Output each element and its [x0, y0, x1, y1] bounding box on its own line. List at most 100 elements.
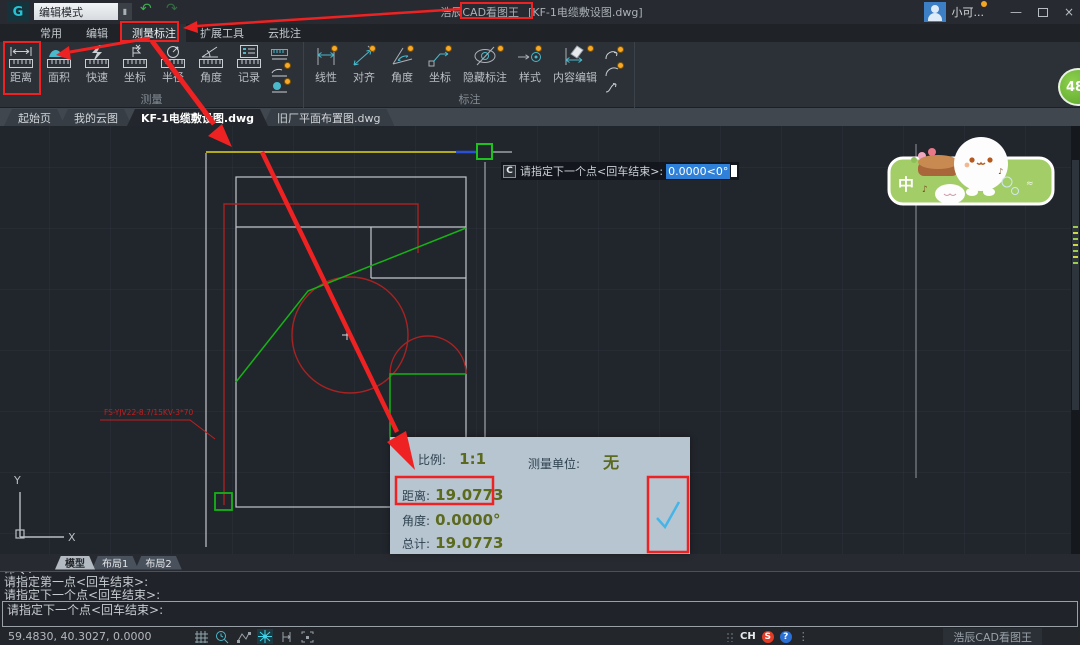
vip-dot [617, 62, 624, 69]
dim-angle-button[interactable]: 角度 [383, 44, 421, 92]
minimize-button[interactable]: — [1010, 5, 1022, 19]
measure-coordinate-button[interactable]: 坐标 [116, 44, 154, 92]
angle-icon [196, 44, 226, 70]
doc-tab-kf1-cable[interactable]: KF-1电缆敷设图.dwg [127, 109, 268, 126]
document-name: [KF-1电缆敷设图.dwg] [528, 4, 643, 20]
tab-edit[interactable]: 编辑 [76, 24, 118, 42]
ribbon-group-measure: 距离 面积 快速 [0, 42, 304, 108]
command-line: 请指定下一个点<回车结束>: [4, 589, 1076, 600]
hide-dim-icon [470, 44, 500, 70]
dim-content-edit-button[interactable]: 内容编辑 [549, 44, 601, 92]
polyline-tool-icon[interactable] [236, 630, 251, 644]
mini-arc-measure-button[interactable] [270, 63, 290, 77]
canvas-vertical-scrollbar[interactable] [1071, 126, 1080, 554]
tab-cloud-markup[interactable]: 云批注 [258, 24, 311, 42]
command-icon: C [503, 165, 516, 178]
ime-tray: CH S ? ⋮ [726, 630, 809, 643]
distance-value: 19.0773 [435, 486, 503, 504]
dim-style-button[interactable]: 样式 [511, 44, 549, 92]
sogou-ime-icon[interactable]: S [762, 631, 774, 643]
prompt-text: 请指定下一个点<回车结束>: [520, 163, 663, 179]
scale-value: 1:1 [459, 450, 486, 468]
ime-mode-indicator: 中 [898, 175, 914, 194]
scale-row: 比例: 1:1 [418, 449, 486, 468]
svg-text:≈: ≈ [1026, 179, 1034, 189]
measure-radius-button[interactable]: 半径 [154, 44, 192, 92]
ortho-toggle-icon[interactable] [279, 630, 294, 644]
vip-dot [284, 78, 291, 85]
vip-dot [284, 62, 291, 69]
command-input[interactable]: 请指定下一个点<回车结束>: [2, 601, 1078, 627]
ribbon: 距离 面积 快速 [0, 42, 1080, 108]
measure-area-button[interactable]: 面积 [40, 44, 78, 92]
dim-hide-button[interactable]: 隐藏标注 [459, 44, 511, 92]
vip-dot [407, 45, 414, 52]
cable-spec-label: FS-YJV22-8.7/15KV-3*70 [104, 408, 194, 417]
dim-linear-button[interactable]: 线性 [307, 44, 345, 92]
svg-text:♪: ♪ [922, 185, 928, 195]
close-button[interactable]: × [1064, 5, 1074, 19]
confirm-check-button[interactable] [650, 479, 686, 550]
ime-help-icon[interactable]: ? [780, 631, 792, 643]
layout-tab-layout1[interactable]: 布局1 [92, 556, 138, 570]
dim-aligned-button[interactable]: 对齐 [345, 44, 383, 92]
measurement-result-panel: 比例: 1:1 测量单位: 无 距离: 19.0773 角度: 0.0000° … [390, 437, 690, 554]
doc-tab-old-plant-layout[interactable]: 旧厂平面布置图.dwg [263, 109, 394, 126]
measure-angle-button[interactable]: 角度 [192, 44, 230, 92]
measure-distance-button[interactable]: 距离 [2, 44, 40, 92]
text-caret [731, 165, 737, 177]
vip-dot [535, 45, 542, 52]
maximize-button[interactable] [1038, 8, 1048, 17]
ribbon-tab-row: 常用 编辑 测量标注 扩展工具 云批注 [0, 24, 1080, 42]
notification-dot [981, 1, 987, 7]
tab-extended-tools[interactable]: 扩展工具 [190, 24, 254, 42]
layout-tab-layout2[interactable]: 布局2 [135, 556, 181, 570]
measure-quick-button[interactable]: 快速 [78, 44, 116, 92]
command-line: 请指定第一点<回车结束>: [4, 576, 1076, 589]
angle-row: 角度: 0.0000° [402, 510, 501, 529]
vip-dot [497, 45, 504, 52]
prompt-input[interactable]: 0.0000<0° [666, 164, 730, 179]
vip-dot [617, 46, 624, 53]
doc-tab-my-cloud[interactable]: 我的云图 [60, 109, 132, 126]
user-account[interactable]: 小可... [924, 0, 985, 24]
command-window[interactable]: 命令: 请指定第一点<回车结束>: 请指定下一个点<回车结束>: 请指定下一个点… [0, 571, 1080, 628]
ucs-x-label: X [68, 531, 76, 544]
group-label-measure: 测量 [0, 91, 303, 107]
drawing-canvas[interactable]: FS-YJV22-8.7/15KV-3*70 Y X [0, 126, 1080, 554]
ime-mascot-skin[interactable]: ♪♪ ≈ 中 [886, 134, 1058, 208]
username: 小可... [952, 4, 985, 20]
total-row: 总计: 19.0773 [402, 533, 503, 552]
mini-ruler-button[interactable] [270, 47, 290, 61]
record-list-icon [234, 44, 264, 70]
vip-dot [369, 45, 376, 52]
scrollbar-thumb[interactable] [1072, 160, 1079, 410]
tab-measure-annotate[interactable]: 测量标注 [122, 24, 186, 42]
cursor-coordinates: 59.4830, 40.3027, 0.0000 [8, 630, 151, 643]
area-icon [44, 44, 74, 70]
tab-common[interactable]: 常用 [30, 24, 72, 42]
grid-toggle-icon[interactable] [194, 630, 209, 644]
snap-toggle-icon[interactable] [257, 629, 273, 644]
check-icon [653, 498, 683, 532]
doc-tab-start-page[interactable]: 起始页 [4, 109, 65, 126]
measure-record-button[interactable]: 记录 [230, 44, 268, 92]
angle-value: 0.0000° [435, 511, 500, 529]
unit-row: 测量单位: 无 [528, 449, 619, 473]
brand-watermark: 浩辰CAD看图王 [943, 628, 1042, 645]
distance-ruler-icon [6, 44, 36, 70]
ucs-icon: Y X [13, 474, 76, 544]
ime-lang-indicator[interactable]: CH [740, 631, 756, 642]
ribbon-group-dimension: 线性 对齐 角度 坐标 [305, 42, 635, 108]
mini-arc-dim-button[interactable] [603, 63, 623, 77]
command-history: 命令: 请指定第一点<回车结束>: 请指定下一个点<回车结束>: [4, 572, 1076, 600]
pickbox-icon[interactable] [300, 630, 315, 644]
layout-tab-model[interactable]: 模型 [55, 556, 95, 570]
group-label-dimension: 标注 [305, 91, 634, 107]
ime-grip[interactable] [726, 632, 734, 642]
status-bar: 59.4830, 40.3027, 0.0000 CH S ? ⋮ 浩辰CAD看… [0, 628, 1080, 645]
mini-quick-dim-button[interactable] [603, 47, 623, 61]
dim-coordinate-button[interactable]: 坐标 [421, 44, 459, 92]
ime-more-icon[interactable]: ⋮ [798, 630, 809, 643]
zoom-history-icon[interactable] [215, 630, 230, 644]
